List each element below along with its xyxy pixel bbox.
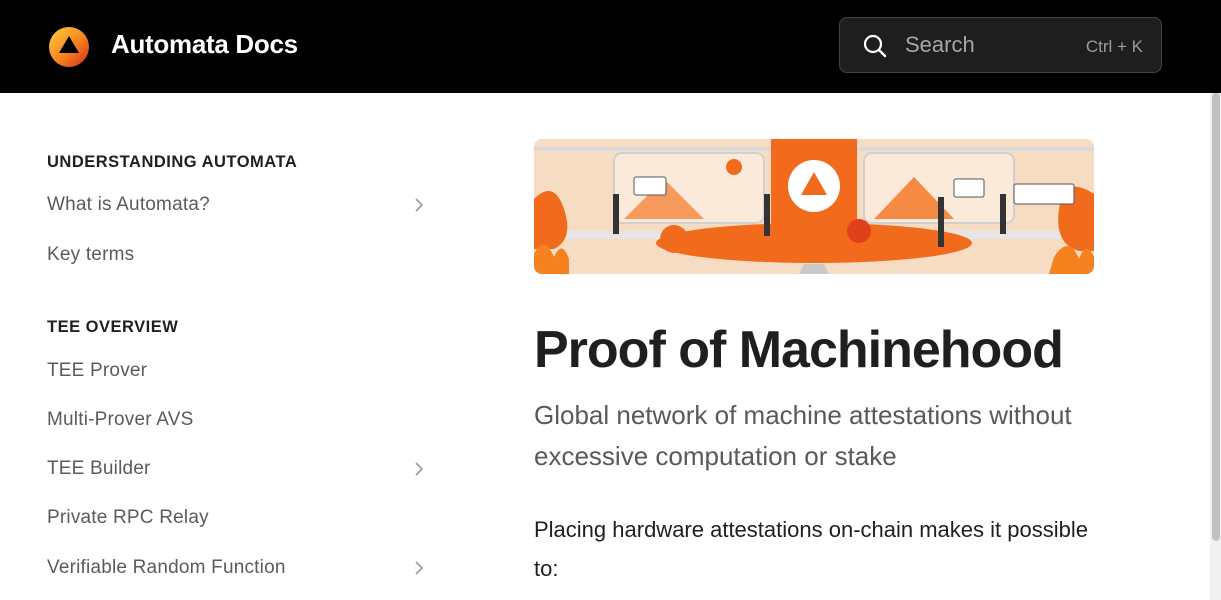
sidebar-item-label: Verifiable Random Function [47,557,286,578]
chevron-right-icon[interactable] [414,198,424,212]
intro-paragraph: Placing hardware attestations on-chain m… [534,517,1088,581]
top-navigation-bar: Automata Docs Ctrl + K [0,0,1221,93]
sidebar-item-label: What is Automata? [47,194,210,215]
sidebar-item-label: Multi-Prover AVS [47,409,194,430]
automata-logo-icon[interactable] [47,25,91,69]
sidebar-section-title-tee-overview: TEE OVERVIEW [47,318,179,336]
search-icon [863,34,887,58]
page-title: Proof of Machinehood [534,321,1064,379]
chevron-right-icon[interactable] [414,462,424,476]
page-subtitle: Global network of machine attestations w… [534,400,1072,471]
search-shortcut-hint: Ctrl + K [1085,37,1143,56]
sidebar-item-what-is-automata[interactable]: What is Automata? [47,187,432,223]
sidebar: UNDERSTANDING AUTOMATA What is Automata?… [0,93,470,600]
sidebar-item-label: Private RPC Relay [47,507,209,528]
sidebar-item-private-rpc-relay[interactable]: Private RPC Relay [47,500,432,536]
sidebar-item-label: Key terms [47,244,135,265]
sidebar-item-tee-prover[interactable]: TEE Prover [47,353,432,389]
brand-title[interactable]: Automata Docs [111,29,298,60]
sidebar-item-tee-builder[interactable]: TEE Builder [47,451,432,487]
sidebar-item-label: TEE Builder [47,458,151,479]
sidebar-item-label: TEE Prover [47,360,148,381]
sidebar-item-multi-prover-avs[interactable]: Multi-Prover AVS [47,402,432,438]
search-input[interactable] [905,28,1070,62]
chevron-right-icon[interactable] [414,561,424,575]
sidebar-item-verifiable-random-function[interactable]: Verifiable Random Function [47,550,432,586]
search-box[interactable]: Ctrl + K [839,17,1162,73]
scrollbar-thumb[interactable] [1212,93,1220,541]
hero-illustration [534,139,1094,274]
sidebar-item-key-terms[interactable]: Key terms [47,237,432,273]
sidebar-section-title-understanding: UNDERSTANDING AUTOMATA [47,153,298,171]
